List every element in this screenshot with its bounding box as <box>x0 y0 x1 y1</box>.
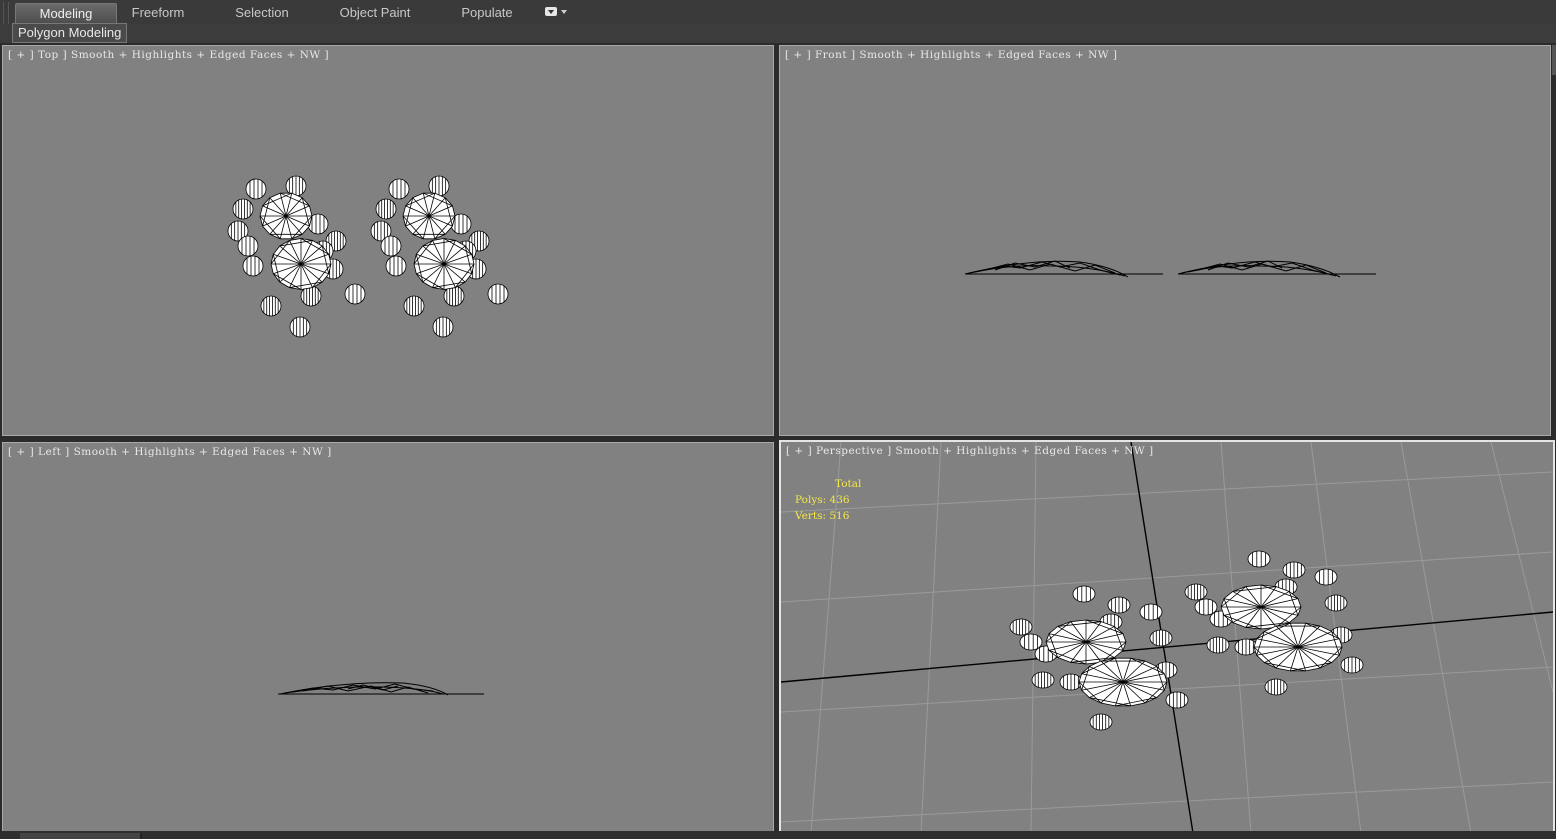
viewport-label-perspective[interactable]: [ + ] Perspective ] Smooth + Highlights … <box>786 445 1154 457</box>
front-view-mesh-right <box>1177 260 1376 278</box>
viewport-label-front[interactable]: [ + ] Front ] Smooth + Highlights + Edge… <box>785 49 1118 61</box>
stats-verts: Verts: 516 <box>795 510 850 522</box>
front-view-mesh-left <box>964 260 1163 278</box>
viewport-left[interactable]: [ + ] Left ] Smooth + Highlights + Edged… <box>2 442 774 833</box>
stats-title: Total <box>835 478 862 490</box>
tab-modeling[interactable]: Modeling <box>15 3 117 23</box>
ribbon-bar: Modeling Freeform Selection Object Paint… <box>0 0 1556 38</box>
perspective-view-canvas <box>781 442 1553 833</box>
chevron-down-icon <box>561 10 567 14</box>
left-view-canvas <box>278 682 484 696</box>
scrollbar[interactable] <box>1552 45 1556 75</box>
scene-statistics: Total Polys: 436 Verts: 516 <box>795 476 861 524</box>
viewport-top[interactable]: [ + ] Top ] Smooth + Highlights + Edged … <box>2 45 774 436</box>
status-bar <box>0 831 1556 839</box>
ribbon-options-button[interactable] <box>543 6 567 18</box>
stats-polys: Polys: 436 <box>795 494 850 506</box>
tab-selection[interactable]: Selection <box>220 3 304 22</box>
viewport-front[interactable]: [ + ] Front ] Smooth + Highlights + Edge… <box>779 45 1551 436</box>
stats-verts-value: 516 <box>829 510 850 522</box>
perspective-view-mesh <box>1009 550 1364 731</box>
viewport-perspective[interactable]: [ + ] Perspective ] Smooth + Highlights … <box>779 440 1555 835</box>
viewport-label-left[interactable]: [ + ] Left ] Smooth + Highlights + Edged… <box>8 446 332 458</box>
viewport-label-top[interactable]: [ + ] Top ] Smooth + Highlights + Edged … <box>8 49 329 61</box>
status-bar-tab[interactable] <box>20 833 142 839</box>
left-view-mesh <box>278 682 484 696</box>
tab-object-paint[interactable]: Object Paint <box>330 3 420 22</box>
stats-polys-value: 436 <box>829 494 850 506</box>
ribbon-subpanel-bar <box>0 24 1556 43</box>
polygon-modeling-panel-button[interactable]: Polygon Modeling <box>12 23 128 43</box>
dropdown-box-icon <box>545 7 557 16</box>
tab-populate[interactable]: Populate <box>450 3 524 22</box>
top-view-mesh <box>227 175 509 338</box>
tab-freeform[interactable]: Freeform <box>118 3 198 22</box>
front-view-canvas <box>964 260 1376 278</box>
top-view-canvas <box>227 175 509 338</box>
